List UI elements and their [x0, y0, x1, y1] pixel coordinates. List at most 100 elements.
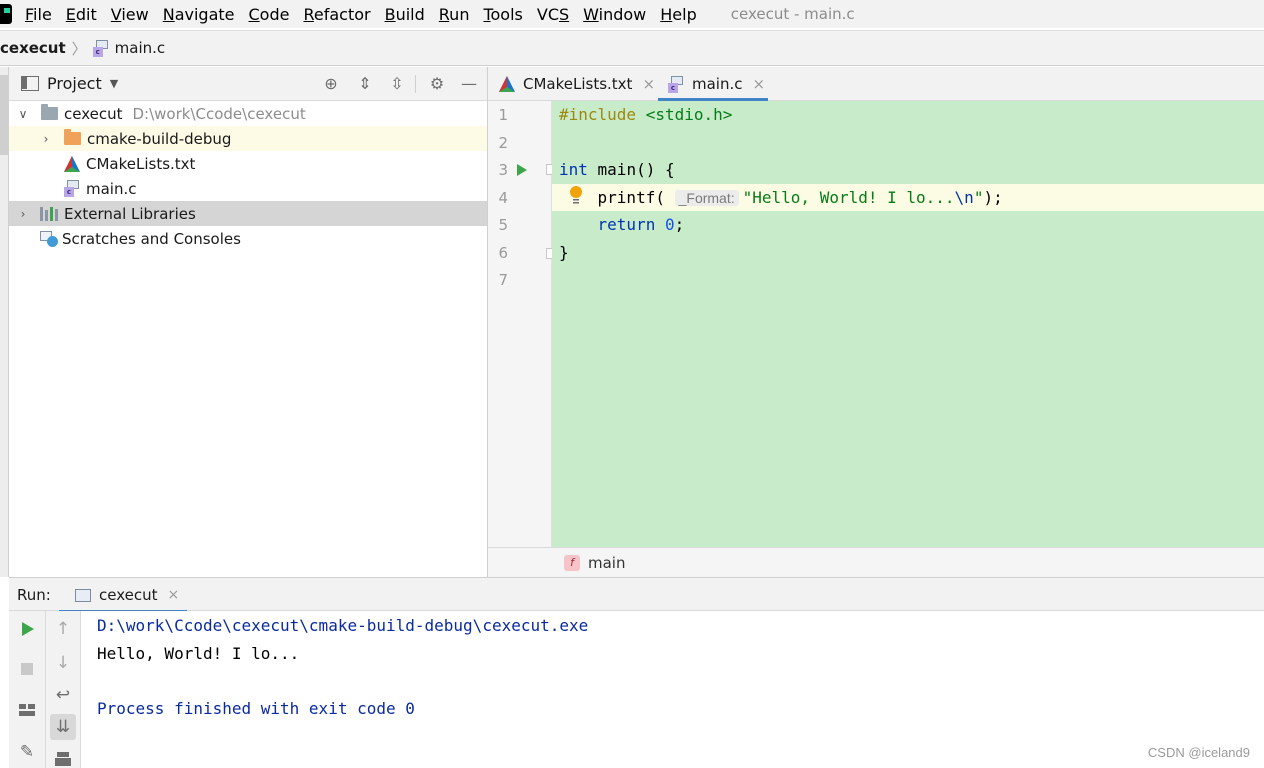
- tree-item-project-root[interactable]: ∨ cexecut D:\work\Ccode\cexecut: [9, 101, 487, 126]
- menu-window[interactable]: Window: [583, 5, 646, 24]
- arrow-down-icon[interactable]: ↓: [52, 652, 74, 674]
- tab-cmakelists[interactable]: CMakeLists.txt ×: [498, 67, 655, 101]
- console-output[interactable]: D:\work\Ccode\cexecut\cmake-build-debug\…: [81, 611, 1264, 768]
- layout-icon[interactable]: [16, 699, 38, 721]
- project-tool-window-tab[interactable]: [0, 75, 8, 155]
- line-number: 4: [498, 189, 508, 207]
- collapse-all-icon[interactable]: ⇳: [387, 74, 407, 94]
- run-tab-label: cexecut: [99, 586, 158, 604]
- soft-wrap-icon[interactable]: ↩: [52, 684, 74, 706]
- menu-tools[interactable]: Tools: [483, 5, 522, 24]
- tree-item-scratches[interactable]: Scratches and Consoles: [9, 226, 487, 251]
- code-line-4: printf( _Format: "Hello, World! I lo...\n…: [559, 188, 1003, 207]
- close-icon[interactable]: ×: [168, 587, 180, 603]
- tree-item-label: cmake-build-debug: [87, 129, 232, 148]
- header-divider: [415, 75, 416, 93]
- watermark: CSDN @iceland9: [1147, 745, 1250, 760]
- menu-code[interactable]: Code: [249, 5, 290, 24]
- project-panel-title[interactable]: Project: [47, 74, 102, 93]
- project-view-icon: [21, 76, 39, 91]
- scroll-to-end-icon[interactable]: ⇊: [50, 714, 76, 740]
- scratches-icon: [40, 230, 58, 248]
- line-number: 3: [498, 161, 508, 179]
- rerun-icon[interactable]: [16, 618, 38, 640]
- menu-help[interactable]: Help: [660, 5, 696, 24]
- lightbulb-icon[interactable]: [569, 186, 583, 206]
- tab-label: main.c: [692, 75, 743, 93]
- code-line-5: return 0;: [559, 215, 685, 234]
- minimize-icon[interactable]: —: [459, 74, 479, 94]
- line-number: 7: [498, 271, 508, 289]
- console-line-exit: Process finished with exit code 0: [97, 699, 415, 718]
- chevron-down-icon[interactable]: ∨: [17, 107, 29, 121]
- chevron-down-icon[interactable]: ▼: [110, 77, 118, 90]
- close-icon[interactable]: ×: [642, 75, 655, 93]
- menu-run[interactable]: Run: [439, 5, 470, 24]
- menu-refactor[interactable]: Refactor: [303, 5, 370, 24]
- c-file-icon: c: [92, 39, 109, 57]
- line-number: 1: [498, 106, 508, 124]
- folder-icon: [64, 129, 81, 145]
- expand-all-icon[interactable]: ⇕: [355, 74, 375, 94]
- code-line-6: }: [559, 243, 569, 262]
- run-toolbar: ↑ ↓ ↩ ⇊ ✎: [9, 611, 81, 768]
- console-line-command: D:\work\Ccode\cexecut\cmake-build-debug\…: [97, 616, 589, 635]
- close-icon[interactable]: ×: [753, 75, 766, 93]
- tree-item-main-c[interactable]: c main.c: [9, 176, 487, 201]
- cmake-icon: [63, 155, 81, 173]
- code-line-1: #include <stdio.h>: [559, 105, 733, 124]
- run-panel-header: Run: cexecut ×: [9, 577, 1264, 613]
- menu-vcs[interactable]: VCS: [537, 5, 569, 24]
- c-file-icon: c: [64, 180, 80, 197]
- editor-gutter: 1 2 3 4 5 6 7: [488, 101, 555, 547]
- menu-file[interactable]: File: [25, 5, 52, 24]
- tree-item-path: D:\work\Ccode\cexecut: [132, 104, 306, 123]
- menu-bar: File Edit View Navigate Code Refactor Bu…: [0, 0, 1264, 28]
- gear-icon[interactable]: ⚙: [427, 74, 447, 94]
- pin-icon[interactable]: ✎: [16, 741, 38, 763]
- window-title: cexecut - main.c: [730, 5, 855, 23]
- menu-edit[interactable]: Edit: [66, 5, 97, 24]
- tree-item-label: External Libraries: [64, 204, 196, 223]
- project-panel: Project ▼ ⊕ ⇕ ⇳ ⚙ — ∨ cexecut D:\work\Cc…: [9, 67, 488, 577]
- chevron-right-icon[interactable]: ›: [17, 207, 29, 221]
- tree-item-cmakelists[interactable]: CMakeLists.txt: [9, 151, 487, 176]
- parameter-hint: _Format:: [674, 190, 739, 206]
- tree-item-label: Scratches and Consoles: [62, 229, 241, 248]
- print-icon[interactable]: [52, 749, 74, 768]
- breadcrumb-separator-icon: 〉: [71, 39, 87, 58]
- run-config-icon: [75, 588, 91, 602]
- tree-item-label: cexecut: [64, 104, 123, 123]
- chevron-right-icon[interactable]: ›: [40, 132, 52, 146]
- tree-item-cmake-build-debug[interactable]: › cmake-build-debug: [9, 126, 487, 151]
- tree-item-label: CMakeLists.txt: [86, 154, 196, 173]
- library-icon: [40, 206, 58, 221]
- breadcrumb-project[interactable]: cexecut: [0, 39, 66, 57]
- line-number: 6: [498, 244, 508, 262]
- function-icon: f: [564, 554, 580, 571]
- line-number: 5: [498, 216, 508, 234]
- editor-tab-bar: CMakeLists.txt × c main.c ×: [488, 67, 1264, 101]
- menu-navigate[interactable]: Navigate: [163, 5, 235, 24]
- run-panel-title: Run:: [17, 586, 51, 604]
- run-gutter-icon[interactable]: [516, 163, 528, 177]
- menu-view[interactable]: View: [111, 5, 149, 24]
- menu-build[interactable]: Build: [385, 5, 425, 24]
- breadcrumb-function[interactable]: main: [588, 554, 625, 572]
- cmake-icon: [499, 76, 515, 92]
- tree-item-label: main.c: [86, 179, 137, 198]
- project-panel-header: Project ▼ ⊕ ⇕ ⇳ ⚙ —: [9, 67, 487, 101]
- run-tab-cexecut[interactable]: cexecut ×: [59, 578, 187, 613]
- editor-breadcrumb: f main: [488, 547, 1264, 577]
- breadcrumb: cexecut 〉 c main.c: [0, 30, 1264, 66]
- stop-icon[interactable]: [16, 658, 38, 680]
- code-line-3: int main() {: [559, 160, 675, 179]
- arrow-up-icon[interactable]: ↑: [52, 618, 74, 640]
- tree-item-external-libraries[interactable]: › External Libraries: [9, 201, 487, 226]
- c-file-icon: c: [668, 75, 684, 93]
- breadcrumb-file[interactable]: main.c: [115, 39, 166, 57]
- console-line-output: Hello, World! I lo...: [97, 644, 300, 663]
- tab-main-c[interactable]: c main.c ×: [668, 67, 765, 101]
- locate-file-icon[interactable]: ⊕: [321, 74, 341, 94]
- code-editor[interactable]: #include <stdio.h> int main() { printf( …: [552, 101, 1264, 547]
